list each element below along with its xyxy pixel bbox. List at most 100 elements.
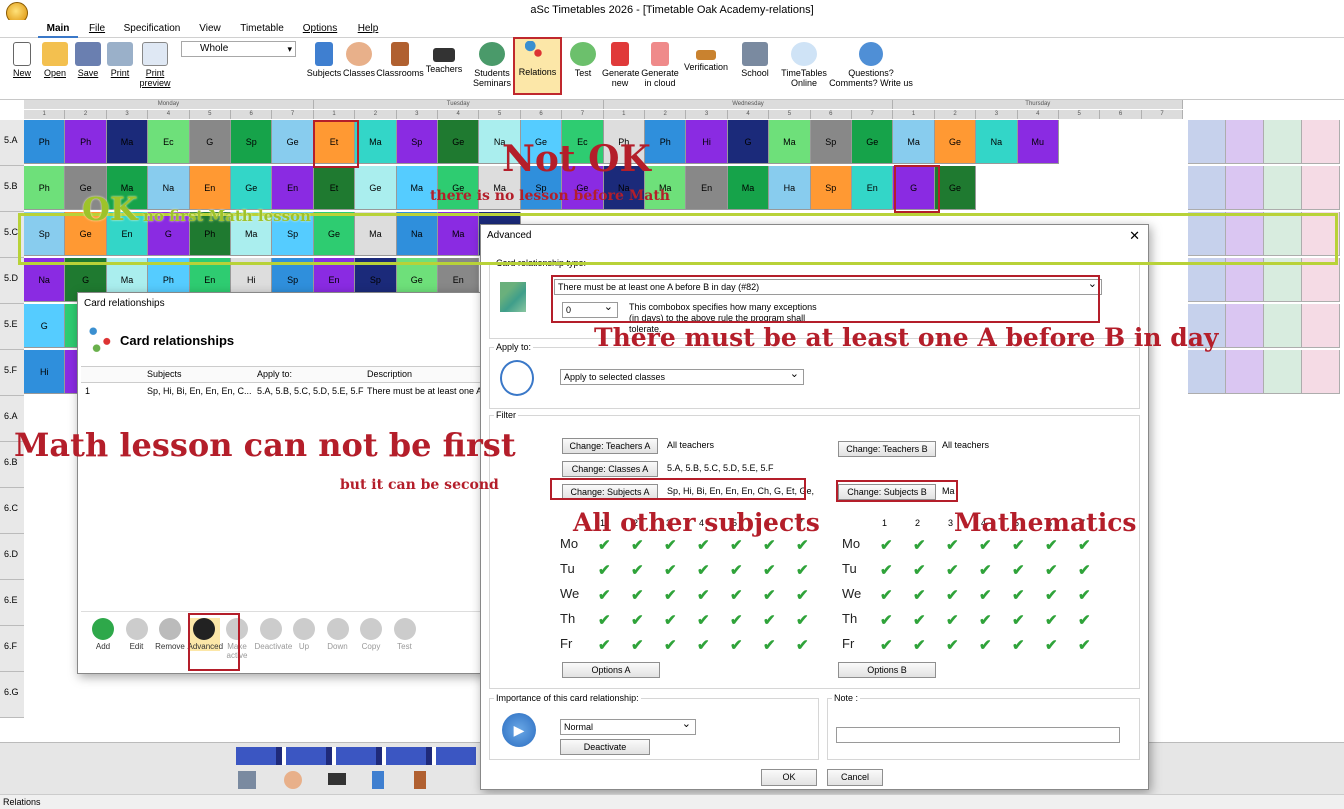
class-row-label[interactable]: 6.G — [0, 672, 24, 718]
class-row-label[interactable]: 6.E — [0, 580, 24, 626]
lesson-card[interactable]: Ge — [355, 166, 397, 210]
lesson-card[interactable]: Ma — [106, 120, 149, 164]
check-icon[interactable]: ✔ — [880, 563, 893, 578]
table-row[interactable]: 1 Sp, Hi, Bi, En, En, En, C... 5.A, 5.B,… — [81, 384, 485, 399]
lesson-card[interactable] — [1226, 120, 1264, 164]
toolbar-down-button[interactable]: Down — [322, 618, 354, 651]
test-button[interactable]: Test — [569, 40, 597, 96]
lesson-card[interactable]: En — [686, 166, 728, 210]
check-icon[interactable]: ✔ — [913, 638, 926, 653]
check-icon[interactable]: ✔ — [1078, 538, 1091, 553]
lesson-card[interactable] — [1264, 304, 1302, 348]
lesson-card[interactable] — [1302, 120, 1340, 164]
lesson-card[interactable]: Sp — [231, 120, 273, 164]
check-icon[interactable]: ✔ — [598, 588, 611, 603]
check-icon[interactable]: ✔ — [979, 638, 992, 653]
check-icon[interactable]: ✔ — [1012, 638, 1025, 653]
toolbar-copy-button[interactable]: Copy — [355, 618, 387, 651]
tab-view[interactable]: View — [193, 20, 227, 38]
check-icon[interactable]: ✔ — [1012, 563, 1025, 578]
check-icon[interactable]: ✔ — [946, 638, 959, 653]
lesson-card[interactable]: Ha — [769, 166, 811, 210]
class-row-label[interactable]: 5.F — [0, 350, 24, 396]
lesson-card[interactable] — [1302, 350, 1340, 394]
check-icon[interactable]: ✔ — [946, 538, 959, 553]
check-icon[interactable]: ✔ — [1078, 638, 1091, 653]
check-icon[interactable]: ✔ — [946, 563, 959, 578]
check-icon[interactable]: ✔ — [730, 613, 743, 628]
check-icon[interactable]: ✔ — [946, 613, 959, 628]
generate-cloud-button[interactable]: Generate in cloud — [640, 40, 680, 96]
check-icon[interactable]: ✔ — [631, 538, 644, 553]
lesson-card[interactable] — [1188, 166, 1226, 210]
check-icon[interactable]: ✔ — [598, 613, 611, 628]
lesson-card[interactable] — [1226, 350, 1264, 394]
check-icon[interactable]: ✔ — [1078, 563, 1091, 578]
lesson-card[interactable]: Ma — [769, 120, 811, 164]
lesson-card[interactable]: Ma — [355, 120, 397, 164]
deactivate-button[interactable]: Deactivate — [560, 739, 650, 755]
check-icon[interactable]: ✔ — [730, 563, 743, 578]
subjects-button[interactable]: Subjects — [306, 40, 342, 96]
check-icon[interactable]: ✔ — [979, 538, 992, 553]
lesson-card[interactable]: Ge — [852, 120, 894, 164]
check-icon[interactable]: ✔ — [697, 538, 710, 553]
check-icon[interactable]: ✔ — [631, 588, 644, 603]
generate-new-button[interactable]: Generate new — [600, 40, 640, 96]
lesson-card[interactable]: Ph — [645, 120, 687, 164]
class-row-label[interactable]: 6.C — [0, 488, 24, 534]
class-row-label[interactable]: 5.A — [0, 120, 24, 166]
check-icon[interactable]: ✔ — [664, 638, 677, 653]
options-b-button[interactable]: Options B — [838, 662, 936, 678]
check-icon[interactable]: ✔ — [796, 563, 809, 578]
school-button[interactable]: School — [738, 40, 772, 96]
tab-timetable[interactable]: Timetable — [238, 20, 286, 38]
check-icon[interactable]: ✔ — [1045, 563, 1058, 578]
lesson-card[interactable]: Ge — [438, 120, 480, 164]
importance-select[interactable]: Normal — [560, 717, 696, 735]
lesson-card[interactable]: Ge — [934, 166, 977, 210]
lesson-card[interactable]: Na — [976, 120, 1018, 164]
check-icon[interactable]: ✔ — [598, 563, 611, 578]
lesson-card[interactable]: Hi — [24, 350, 66, 394]
lesson-card[interactable]: G — [727, 120, 770, 164]
verification-button[interactable]: Verification — [682, 40, 730, 96]
print-preview-button[interactable]: Print preview — [138, 40, 172, 96]
lesson-card[interactable] — [1188, 350, 1226, 394]
toolbar-add-button[interactable]: Add — [87, 618, 119, 651]
check-icon[interactable]: ✔ — [664, 613, 677, 628]
lesson-card[interactable] — [1264, 350, 1302, 394]
tab-options[interactable]: Options — [298, 20, 342, 38]
check-icon[interactable]: ✔ — [763, 588, 776, 603]
play-icon[interactable]: ▶ — [502, 713, 536, 747]
note-input[interactable] — [836, 727, 1120, 743]
change-teachers-a-button[interactable]: Change: Teachers A — [562, 438, 658, 454]
lesson-card[interactable]: Hi — [686, 120, 728, 164]
lesson-card[interactable]: En — [272, 166, 314, 210]
lesson-card[interactable]: Ma — [727, 166, 770, 210]
check-icon[interactable]: ✔ — [730, 638, 743, 653]
lesson-card[interactable] — [1226, 304, 1264, 348]
check-icon[interactable]: ✔ — [880, 638, 893, 653]
check-icon[interactable]: ✔ — [631, 613, 644, 628]
check-icon[interactable]: ✔ — [598, 638, 611, 653]
check-icon[interactable]: ✔ — [1045, 588, 1058, 603]
lesson-card[interactable]: En — [852, 166, 894, 210]
lesson-card[interactable] — [1226, 166, 1264, 210]
lesson-card[interactable]: Ge — [231, 166, 273, 210]
questions-button[interactable]: Questions? Comments? Write us — [828, 40, 914, 96]
check-icon[interactable]: ✔ — [979, 588, 992, 603]
check-icon[interactable]: ✔ — [1012, 613, 1025, 628]
check-icon[interactable]: ✔ — [664, 538, 677, 553]
toolbar-deactivate-button[interactable]: Deactivate — [255, 618, 292, 651]
check-icon[interactable]: ✔ — [979, 613, 992, 628]
lesson-card[interactable]: Ec — [148, 120, 190, 164]
check-icon[interactable]: ✔ — [1012, 538, 1025, 553]
check-icon[interactable]: ✔ — [880, 538, 893, 553]
check-icon[interactable]: ✔ — [880, 613, 893, 628]
class-row-label[interactable]: 5.E — [0, 304, 24, 350]
check-icon[interactable]: ✔ — [763, 563, 776, 578]
toolbar-edit-button[interactable]: Edit — [121, 618, 153, 651]
check-icon[interactable]: ✔ — [598, 538, 611, 553]
check-icon[interactable]: ✔ — [730, 538, 743, 553]
